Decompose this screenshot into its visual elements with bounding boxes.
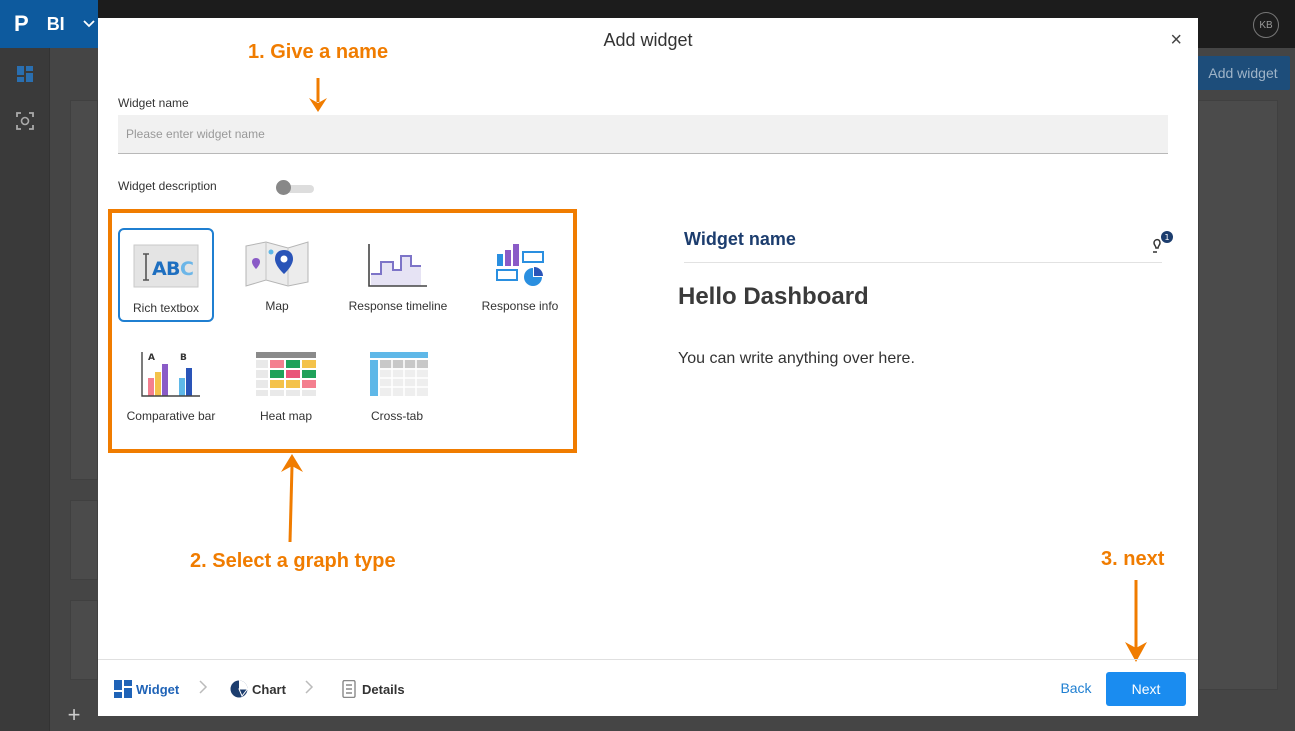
arrow-up-icon — [281, 454, 303, 543]
back-button[interactable]: Back — [1054, 671, 1098, 705]
widget-type-label: Response info — [481, 299, 559, 313]
chevron-right-icon — [199, 680, 208, 694]
widget-type-map[interactable]: Map — [229, 228, 325, 322]
annotation-select-graph-type: 2. Select a graph type — [190, 550, 396, 572]
cross-tab-icon — [370, 352, 428, 396]
left-rail — [0, 48, 50, 731]
app-brand[interactable]: P BI — [0, 0, 98, 48]
heat-map-icon — [256, 352, 316, 396]
preview-body: You can write anything over here. — [678, 350, 915, 367]
step-label: Widget — [136, 681, 180, 697]
chevron-down-icon — [83, 20, 95, 28]
product-name: BI — [46, 13, 65, 34]
widget-name-label: Widget name — [118, 96, 189, 110]
preview-widget-title: Widget name — [684, 229, 796, 249]
background-card — [1198, 100, 1278, 690]
add-widget-button[interactable]: Add widget — [1196, 56, 1290, 90]
step-label: Chart — [252, 681, 286, 697]
widget-type-comparative-bar[interactable]: A B Comparative bar — [123, 338, 219, 432]
widget-type-response-timeline[interactable]: Response timeline — [349, 228, 447, 322]
dashboard-icon[interactable] — [16, 65, 34, 83]
app-logo: P — [14, 11, 29, 36]
widget-type-heat-map[interactable]: Heat map — [238, 338, 334, 432]
close-icon[interactable]: × — [1170, 30, 1182, 50]
badge-count: 1 — [1164, 233, 1169, 242]
widget-type-label: Response timeline — [348, 299, 448, 313]
widget-description-toggle[interactable] — [276, 180, 316, 195]
step-details[interactable]: Details — [340, 680, 405, 698]
step-chart[interactable]: Chart — [230, 680, 286, 698]
annotation-next: 3. next — [1101, 548, 1165, 570]
background-card — [70, 500, 98, 580]
dashboard-icon — [114, 680, 132, 698]
add-widget-modal: Add widget × Widget name Widget descript… — [98, 18, 1198, 716]
widget-type-label: Cross-tab — [370, 409, 423, 423]
response-timeline-icon — [368, 244, 427, 287]
background-card — [70, 600, 98, 680]
svg-text:C: C — [180, 258, 194, 280]
user-avatar[interactable]: KB — [1253, 12, 1279, 38]
arrow-down-icon — [1125, 580, 1147, 662]
widget-description-label: Widget description — [118, 179, 217, 193]
add-page-button[interactable]: + — [50, 698, 98, 731]
widget-type-rich-textbox[interactable]: A B C Rich textbox — [118, 228, 214, 322]
svg-text:A: A — [148, 353, 155, 363]
chevron-right-icon — [305, 680, 314, 694]
widget-name-input[interactable] — [118, 115, 1168, 154]
pie-chart-icon — [230, 680, 248, 698]
svg-text:B: B — [166, 258, 180, 280]
next-button[interactable]: Next — [1106, 672, 1186, 706]
step-label: Details — [362, 681, 405, 697]
arrow-down-icon — [309, 78, 327, 112]
annotation-give-a-name: 1. Give a name — [248, 41, 389, 63]
widget-type-response-info[interactable]: Response info — [472, 228, 568, 322]
preview-heading: Hello Dashboard — [678, 283, 869, 310]
capture-icon[interactable] — [16, 112, 34, 130]
document-icon — [342, 680, 356, 698]
step-widget[interactable]: Widget — [114, 680, 179, 698]
widget-type-cross-tab[interactable]: Cross-tab — [349, 338, 445, 432]
comparative-bar-icon: A B — [141, 352, 200, 397]
svg-text:A: A — [152, 258, 167, 280]
map-icon — [245, 241, 309, 287]
response-info-icon — [496, 244, 544, 286]
widget-type-label: Map — [265, 299, 289, 313]
modal-footer: Widget Chart Details Back Next — [98, 659, 1198, 716]
preview-divider — [684, 262, 1162, 263]
svg-text:B: B — [180, 353, 187, 363]
lightbulb-icon[interactable]: 1 — [1148, 230, 1178, 260]
background-card — [70, 100, 98, 480]
toggle-knob — [276, 180, 291, 195]
rich-textbox-icon: A B C — [133, 244, 199, 288]
